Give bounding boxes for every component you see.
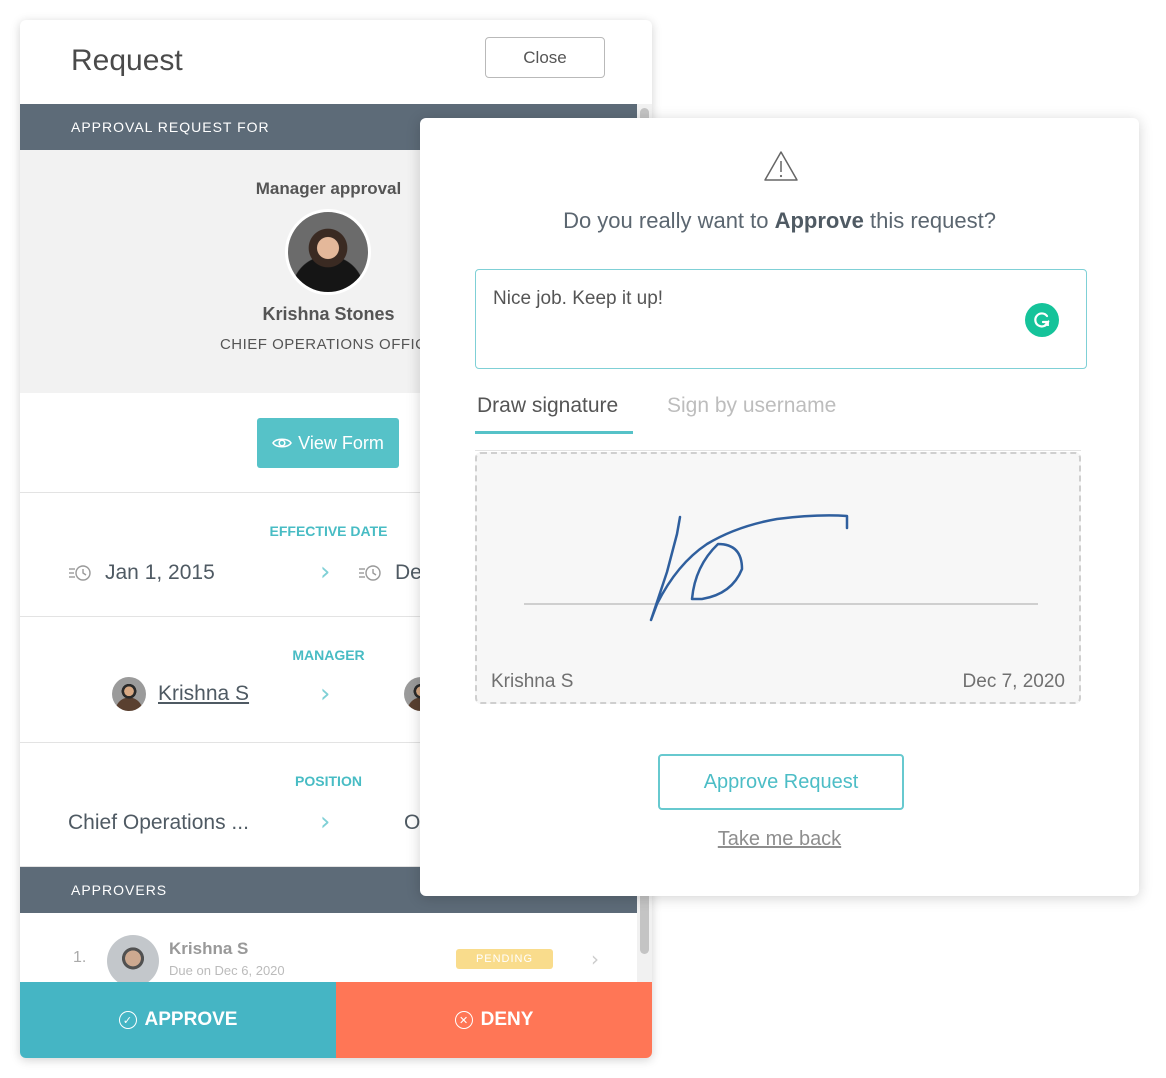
signature-drawing (524, 514, 1038, 622)
comment-input[interactable]: Nice job. Keep it up! (475, 269, 1087, 369)
old-manager: Krishna S (112, 677, 249, 711)
tab-sign-by-username[interactable]: Sign by username (667, 394, 836, 418)
approver-due-date: Due on Dec 6, 2020 (169, 963, 285, 978)
old-value: Jan 1, 2015 (105, 561, 215, 584)
chevron-right-icon: › (320, 807, 331, 837)
eye-icon (272, 438, 293, 448)
clock-history-icon (359, 565, 381, 581)
new-position: O (404, 811, 420, 835)
view-form-button[interactable]: View Form (257, 418, 399, 468)
panel-header: Request Close (20, 20, 652, 104)
old-value: Chief Operations ... (68, 811, 249, 834)
approve-confirm-dialog: Do you really want to Approve this reque… (420, 118, 1139, 896)
grammarly-icon[interactable] (1025, 303, 1059, 337)
divider (475, 450, 1081, 451)
status-badge: PENDING (456, 949, 553, 969)
approve-request-button[interactable]: Approve Request (658, 754, 904, 810)
x-circle-icon: ✕ (454, 1011, 473, 1029)
signature-date: Dec 7, 2020 (962, 671, 1065, 692)
chevron-right-icon: › (320, 557, 331, 587)
approver-name: Krishna S (169, 939, 249, 958)
avatar (285, 209, 371, 295)
active-tab-indicator (475, 431, 633, 434)
approver-index: 1. (73, 949, 87, 966)
approve-label: APPROVE (144, 1009, 238, 1030)
old-effective-date: Jan 1, 2015 (67, 561, 215, 585)
signature-name: Krishna S (491, 671, 574, 692)
avatar (107, 935, 159, 982)
old-position: Chief Operations ... (68, 811, 249, 835)
question-prefix: Do you really want to (563, 208, 775, 233)
question-action: Approve (774, 208, 864, 233)
take-me-back-link[interactable]: Take me back (420, 828, 1139, 851)
close-button[interactable]: Close (485, 37, 605, 78)
view-form-label: View Form (298, 432, 384, 453)
page-title: Request (71, 44, 183, 77)
deny-label: DENY (480, 1009, 534, 1030)
warning-icon (764, 151, 798, 181)
deny-button[interactable]: ✕ DENY (336, 982, 652, 1058)
approve-button[interactable]: ✓ APPROVE (20, 982, 336, 1058)
chevron-right-icon: › (320, 679, 331, 709)
signature-pad[interactable]: Krishna S Dec 7, 2020 (475, 452, 1081, 704)
dialog-question: Do you really want to Approve this reque… (420, 208, 1139, 234)
avatar (112, 677, 146, 711)
check-circle-icon: ✓ (118, 1011, 137, 1029)
chevron-right-icon: › (591, 947, 599, 971)
clock-history-icon (69, 565, 91, 581)
question-suffix: this request? (863, 208, 996, 233)
signature-tabs: Draw signature Sign by username (475, 394, 1087, 436)
tab-draw-signature[interactable]: Draw signature (477, 394, 618, 418)
new-value: De (395, 561, 422, 584)
new-value: O (404, 811, 421, 834)
manager-link[interactable]: Krishna S (158, 682, 249, 706)
list-item[interactable]: 1. Krishna S Due on Dec 6, 2020 PENDING … (20, 913, 637, 982)
action-bar: ✓ APPROVE ✕ DENY (20, 982, 652, 1058)
new-effective-date: De (357, 561, 422, 585)
